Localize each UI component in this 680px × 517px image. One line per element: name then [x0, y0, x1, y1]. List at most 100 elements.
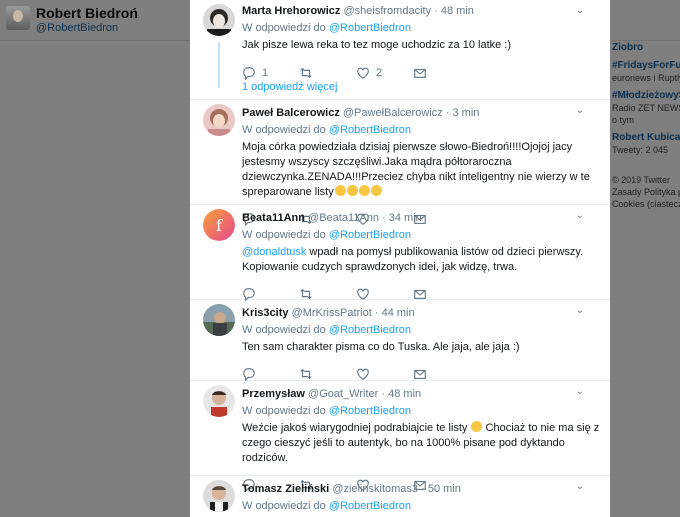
author-handle[interactable]: @MrKrissPatriot	[292, 307, 372, 319]
reply-icon	[243, 288, 255, 301]
author-name[interactable]: Marta Hrehorowicz	[242, 5, 340, 17]
chevron-down-icon[interactable]: ⌄	[576, 481, 584, 492]
reply-context: W odpowiedzi do @RobertBiedron	[242, 324, 411, 336]
tweet-text: @donaldtusk wpadł na pomysł publikowania…	[242, 246, 584, 273]
reply-context: W odpowiedzi do @RobertBiedron	[242, 229, 411, 241]
footer-cookies[interactable]: Cookies (ciasteczk	[612, 198, 680, 210]
reply-button[interactable]: 1	[242, 66, 299, 80]
author-name[interactable]: Beata11Ann	[242, 212, 305, 224]
tweet-time[interactable]: 3 min	[453, 107, 480, 119]
chevron-down-icon[interactable]: ⌄	[576, 210, 584, 221]
trend-about: o tym	[612, 115, 635, 125]
author-name[interactable]: Paweł Balcerowicz	[242, 107, 340, 119]
trend-title[interactable]: #FridaysForFutu	[612, 60, 680, 72]
chevron-down-icon[interactable]: ⌄	[576, 305, 584, 316]
reply-tweet[interactable]: Paweł Balcerowicz @PawełBalcerowicz · 3 …	[190, 100, 610, 226]
envelope-icon	[414, 369, 426, 379]
thread-line	[218, 42, 220, 88]
chevron-down-icon[interactable]: ⌄	[576, 5, 584, 16]
trends-sidebar: Ziobro #FridaysForFutu euronews i Ruptly…	[612, 42, 680, 210]
smile-emoji-icon	[334, 185, 346, 196]
author-handle[interactable]: @sheisfromdacity	[343, 5, 431, 17]
tweet-time[interactable]: 48 min	[388, 388, 421, 400]
chevron-down-icon[interactable]: ⌄	[576, 386, 584, 397]
trend-title[interactable]: Robert Kubica	[612, 132, 680, 144]
dm-button[interactable]	[413, 367, 470, 381]
smile-emoji-icon	[346, 185, 358, 196]
avatar[interactable]	[203, 4, 235, 36]
heart-icon	[357, 288, 369, 300]
smile-emoji-icon	[370, 185, 382, 196]
profile-handle[interactable]: @RobertBiedron	[36, 22, 118, 34]
tweet-time[interactable]: 34 min	[389, 212, 422, 224]
trend-subtitle: euronews i Ruptly t	[612, 73, 680, 83]
reply-context: W odpowiedzi do @RobertBiedron	[242, 500, 411, 512]
trend-title[interactable]: Ziobro	[612, 42, 680, 54]
reply-context: W odpowiedzi do @RobertBiedron	[242, 22, 411, 34]
avatar[interactable]: f	[203, 209, 235, 241]
show-more-replies-link[interactable]: 1 odpowiedź więcej	[242, 81, 337, 93]
profile-name[interactable]: Robert Biedroń	[36, 5, 138, 21]
reply-icon	[243, 368, 255, 381]
retweet-icon	[300, 368, 312, 380]
trend-subtitle: Radio ZET NEWS i	[612, 103, 680, 113]
reply-tweet[interactable]: Kris3city @MrKrissPatriot · 44 min ⌄ W o…	[190, 300, 610, 381]
reply-tweet[interactable]: Tomasz Zieliński @zielinskitomas3 · 50 m…	[190, 476, 610, 517]
like-button[interactable]: 2	[356, 66, 413, 80]
heart-icon	[357, 368, 369, 380]
tweet-text: Weźcie jakoś wiarygodniej podrabiajcie t…	[242, 421, 600, 464]
reply-context: W odpowiedzi do @RobertBiedron	[242, 124, 411, 136]
like-button[interactable]	[356, 287, 413, 301]
reply-tweet[interactable]: f Beata11Ann @Beata11Ann · 34 min ⌄ W od…	[190, 205, 610, 301]
tweet-time[interactable]: 48 min	[441, 5, 474, 17]
tweet-text: Jak pisze lewa reka to tez moge uchodzic…	[242, 39, 512, 51]
like-button[interactable]	[356, 367, 413, 381]
laughing-emoji-icon	[471, 421, 483, 432]
avatar[interactable]	[203, 304, 235, 336]
footer-links[interactable]: Zasady Polityka pr	[612, 186, 680, 198]
reply-tweet[interactable]: Przemysław @Goat_Writer · 48 min ⌄ W odp…	[190, 381, 610, 492]
reply-mention-link[interactable]: @RobertBiedron	[329, 405, 411, 417]
reply-mention-link[interactable]: @RobertBiedron	[329, 324, 411, 336]
retweet-button[interactable]	[299, 66, 356, 80]
chevron-down-icon[interactable]: ⌄	[576, 105, 584, 116]
author-handle[interactable]: @Goat_Writer	[308, 388, 378, 400]
footer-copyright: © 2019 Twitter	[612, 175, 670, 185]
author-name[interactable]: Tomasz Zieliński	[242, 483, 329, 495]
reply-mention-link[interactable]: @RobertBiedron	[329, 22, 411, 34]
author-name[interactable]: Przemysław	[242, 388, 305, 400]
avatar[interactable]	[203, 480, 235, 512]
retweet-button[interactable]	[299, 367, 356, 381]
avatar[interactable]	[203, 104, 235, 136]
dm-button[interactable]	[413, 287, 470, 301]
reply-button[interactable]	[242, 367, 299, 381]
mention-link[interactable]: @donaldtusk	[242, 246, 306, 258]
reply-icon	[243, 67, 255, 80]
reply-tweet[interactable]: Marta Hrehorowicz @sheisfromdacity · 48 …	[190, 0, 610, 100]
retweet-button[interactable]	[299, 287, 356, 301]
author-handle[interactable]: @PawełBalcerowicz	[343, 107, 443, 119]
envelope-icon	[414, 68, 426, 78]
author-name[interactable]: Kris3city	[242, 307, 288, 319]
trend-title[interactable]: #MłodzieżowyS	[612, 90, 680, 102]
profile-avatar[interactable]	[6, 6, 30, 30]
tweet-text: Ten sam charakter pisma co do Tuska. Ale…	[242, 341, 520, 353]
reply-mention-link[interactable]: @RobertBiedron	[329, 124, 411, 136]
trend-subtitle: Tweety: 2 045	[612, 145, 669, 155]
reply-context: W odpowiedzi do @RobertBiedron	[242, 405, 411, 417]
envelope-icon	[414, 289, 426, 299]
tweet-time[interactable]: 44 min	[382, 307, 415, 319]
reply-button[interactable]	[242, 287, 299, 301]
retweet-icon	[300, 288, 312, 300]
reply-mention-link[interactable]: @RobertBiedron	[329, 229, 411, 241]
reply-mention-link[interactable]: @RobertBiedron	[329, 500, 411, 512]
conversation-modal: Marta Hrehorowicz @sheisfromdacity · 48 …	[190, 0, 610, 517]
tweet-text: Moja córka powiedziała dzisiaj pierwsze …	[242, 141, 590, 198]
author-handle[interactable]: @zielinskitomas3	[332, 483, 418, 495]
tweet-time[interactable]: 50 min	[428, 483, 461, 495]
author-handle[interactable]: @Beata11Ann	[308, 212, 379, 224]
avatar[interactable]	[203, 385, 235, 417]
smile-emoji-icon	[358, 185, 370, 196]
dm-button[interactable]	[413, 66, 470, 80]
heart-icon	[357, 67, 369, 79]
